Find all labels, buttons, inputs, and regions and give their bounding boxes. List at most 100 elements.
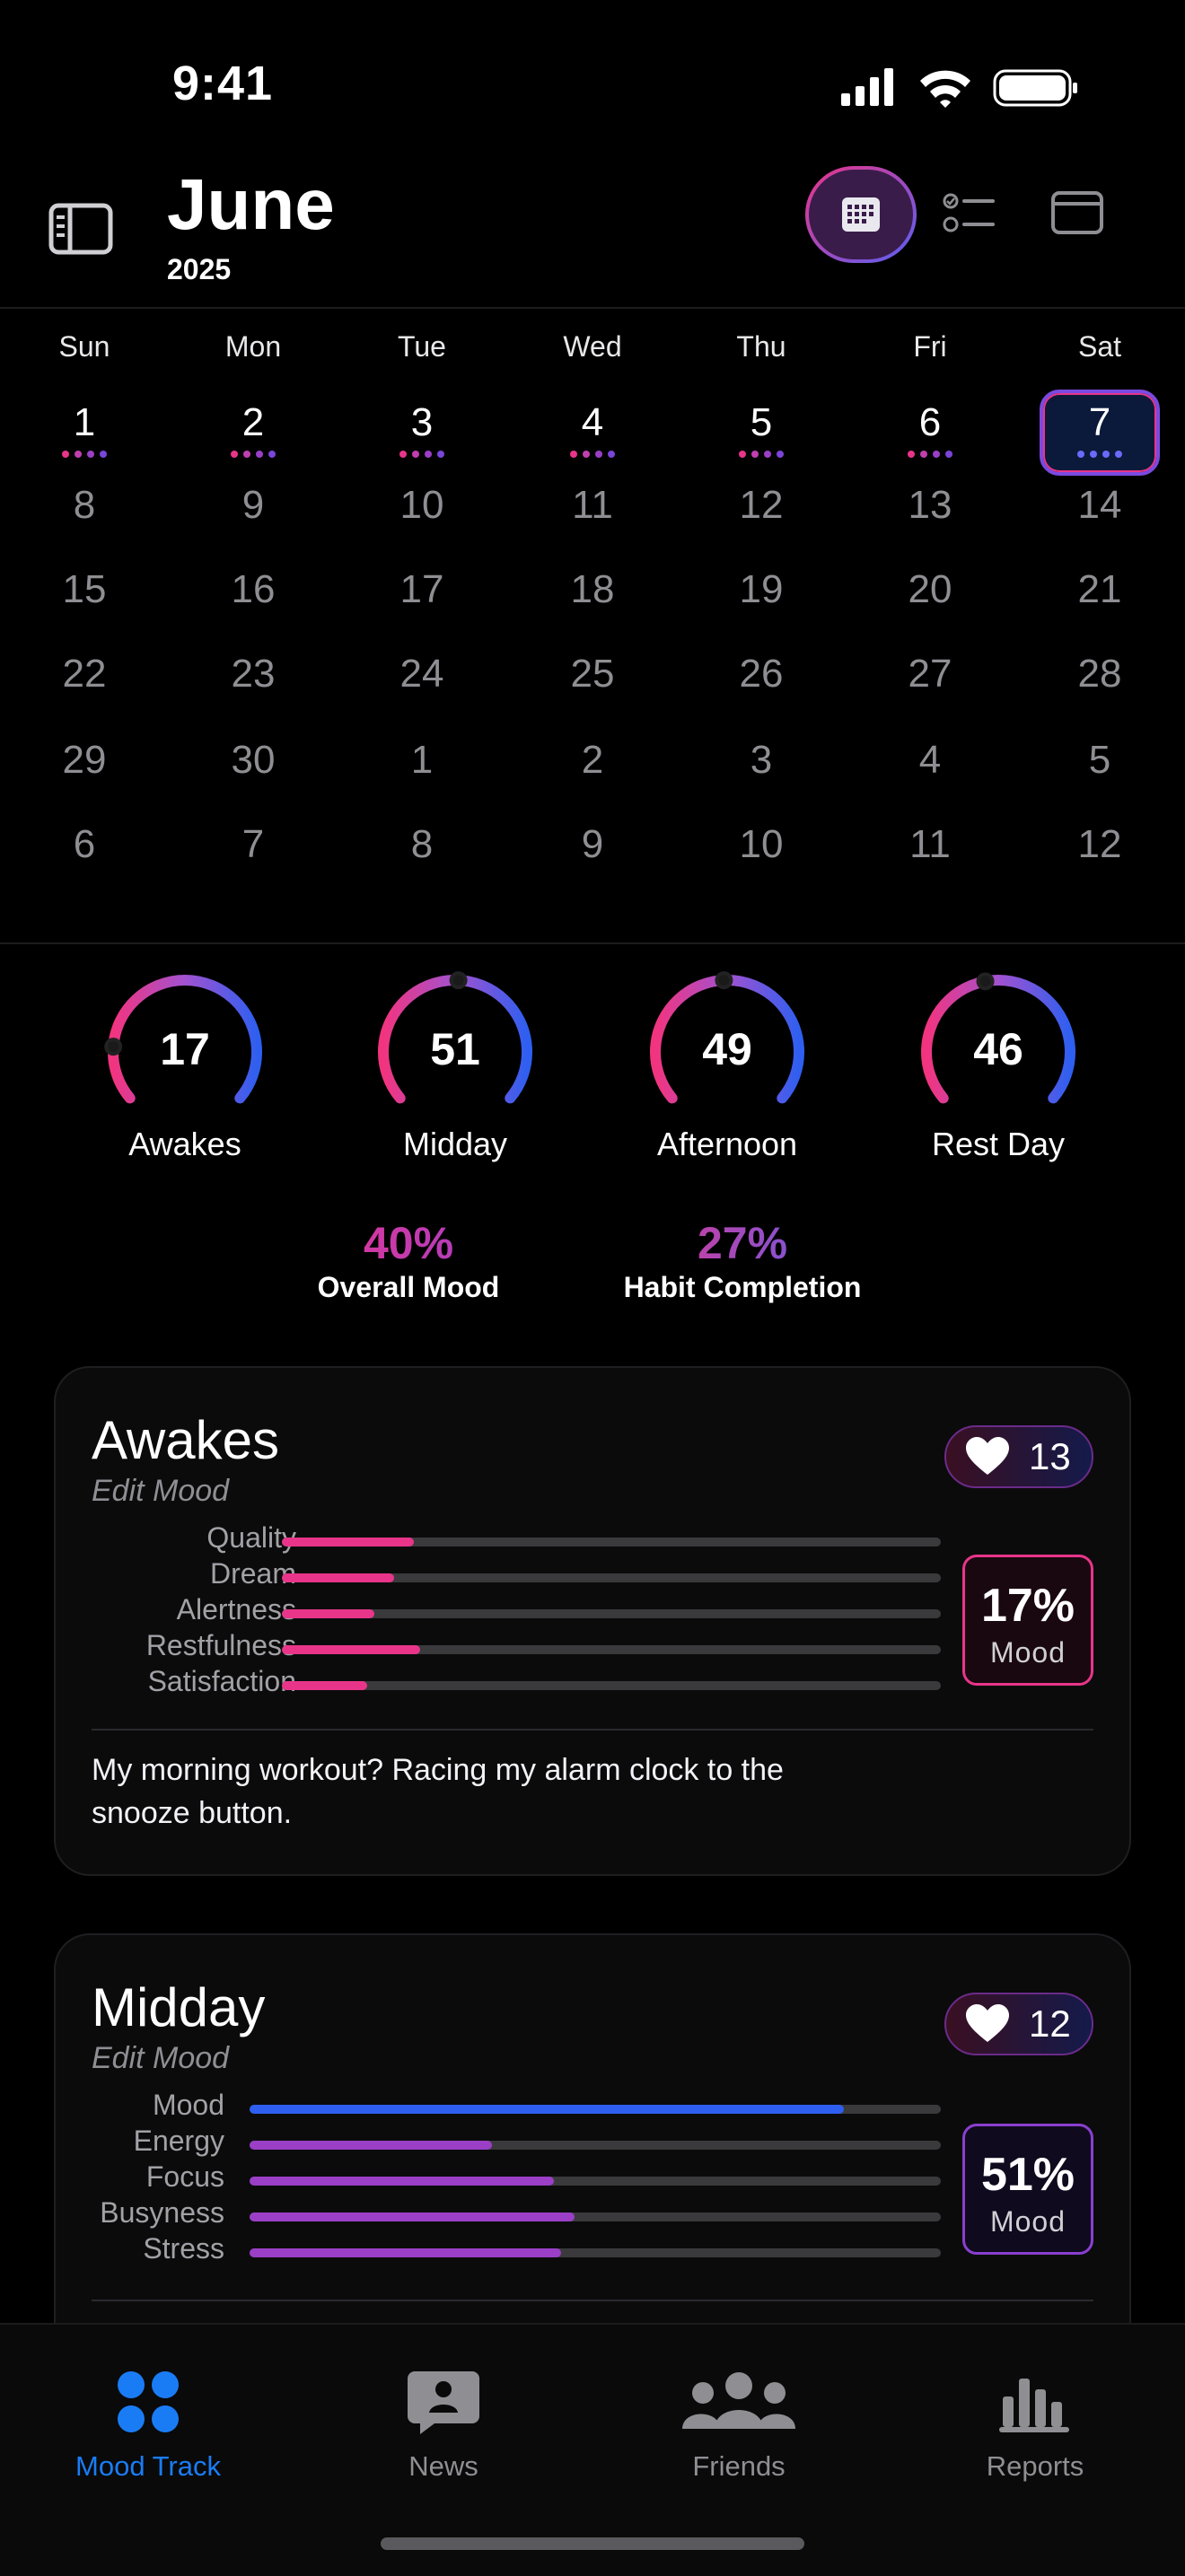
mood-dot bbox=[62, 451, 69, 458]
calendar-day[interactable]: 4 bbox=[863, 738, 997, 783]
mood-dot bbox=[608, 451, 615, 458]
calendar-day[interactable]: 23 bbox=[186, 652, 320, 697]
tab-mood-track[interactable]: Mood Track bbox=[13, 2370, 283, 2483]
ring-midday[interactable]: 51 Midday bbox=[356, 969, 554, 1162]
calendar-day[interactable]: 30 bbox=[186, 738, 320, 783]
metric-bar[interactable] bbox=[282, 1609, 941, 1618]
metric-bar[interactable] bbox=[282, 1681, 941, 1690]
calendar-day[interactable]: 1 bbox=[355, 738, 489, 783]
metric-bar[interactable] bbox=[282, 1645, 941, 1654]
metric-bar[interactable] bbox=[250, 2105, 941, 2114]
metric-bar[interactable] bbox=[250, 2248, 941, 2257]
calendar-day[interactable]: 19 bbox=[694, 567, 829, 612]
calendar-day[interactable]: 2 bbox=[525, 738, 660, 783]
calendar-day[interactable]: 27 bbox=[863, 652, 997, 697]
metric-bar[interactable] bbox=[250, 2212, 941, 2221]
ring-value: 49 bbox=[702, 1024, 752, 1074]
mood-dot bbox=[751, 451, 759, 458]
calendar-day[interactable]: 10 bbox=[694, 822, 829, 867]
chat-bubble-person-icon bbox=[408, 2371, 479, 2434]
calendar-day[interactable]: 12 bbox=[1032, 822, 1167, 867]
ring-rest-day[interactable]: 46 Rest Day bbox=[900, 969, 1097, 1162]
mood-percent-value: 51% bbox=[980, 2149, 1075, 2201]
calendar-day[interactable]: 5 bbox=[694, 400, 829, 458]
metric-bar-fill bbox=[250, 2248, 561, 2257]
calendar-day[interactable]: 9 bbox=[186, 483, 320, 528]
mood-dots bbox=[863, 451, 997, 458]
calendar-day[interactable]: 6 bbox=[17, 822, 152, 867]
calendar-day[interactable]: 9 bbox=[525, 822, 660, 867]
calendar-day[interactable]: 11 bbox=[525, 483, 660, 528]
ring-value: 46 bbox=[973, 1024, 1023, 1074]
mood-dot bbox=[570, 451, 577, 458]
calendar-day[interactable]: 8 bbox=[355, 822, 489, 867]
day-number: 10 bbox=[399, 483, 444, 527]
edit-mood-link[interactable]: Edit Mood bbox=[92, 1474, 229, 1509]
mood-card-midday[interactable]: Midday Edit Mood 12 51% Mood Mood Energy F… bbox=[54, 1933, 1131, 2348]
calendar-day[interactable]: 4 bbox=[525, 400, 660, 458]
calendar-day[interactable]: 7 bbox=[186, 822, 320, 867]
metric-bar[interactable] bbox=[250, 2141, 941, 2150]
calendar-day[interactable]: 22 bbox=[17, 652, 152, 697]
calendar-day[interactable]: 16 bbox=[186, 567, 320, 612]
status-time: 9:41 bbox=[172, 57, 274, 110]
calendar-day[interactable]: 1 bbox=[17, 400, 152, 458]
day-number: 21 bbox=[1077, 567, 1122, 611]
calendar-day[interactable]: 18 bbox=[525, 567, 660, 612]
checklist-icon[interactable] bbox=[943, 190, 998, 237]
calendar-day[interactable]: 21 bbox=[1032, 567, 1167, 612]
mood-dot bbox=[764, 451, 771, 458]
ring-afternoon[interactable]: 49 Afternoon bbox=[628, 969, 826, 1162]
calendar-day[interactable]: 3 bbox=[355, 400, 489, 458]
tab-news[interactable]: News bbox=[309, 2370, 578, 2483]
metric-bar[interactable] bbox=[282, 1573, 941, 1582]
metric-bar-fill bbox=[282, 1609, 374, 1618]
calendar-day[interactable]: 28 bbox=[1032, 652, 1167, 697]
day-number: 2 bbox=[581, 738, 604, 782]
note-line: My morning workout? Racing my alarm cloc… bbox=[92, 1753, 784, 1787]
calendar-day[interactable]: 13 bbox=[863, 483, 997, 528]
calendar-day[interactable]: 15 bbox=[17, 567, 152, 612]
mood-dot bbox=[908, 451, 915, 458]
metric-bar[interactable] bbox=[250, 2177, 941, 2186]
calendar-day[interactable]: 8 bbox=[17, 483, 152, 528]
calendar-day[interactable]: 11 bbox=[863, 822, 997, 867]
year-label: 2025 bbox=[167, 253, 232, 285]
mood-dots bbox=[525, 451, 660, 458]
mood-dots bbox=[17, 451, 152, 458]
calendar-day[interactable]: 20 bbox=[863, 567, 997, 612]
calendar-day[interactable]: 14 bbox=[1032, 483, 1167, 528]
day-number: 11 bbox=[572, 483, 613, 527]
calendar-day[interactable]: 29 bbox=[17, 738, 152, 783]
calendar-day[interactable]: 7 bbox=[1032, 400, 1167, 458]
calendar-day[interactable]: 3 bbox=[694, 738, 829, 783]
calendar-day[interactable]: 26 bbox=[694, 652, 829, 697]
edit-mood-link[interactable]: Edit Mood bbox=[92, 2041, 229, 2076]
likes-badge[interactable]: 13 bbox=[944, 1425, 1093, 1488]
day-number: 11 bbox=[909, 822, 951, 866]
sidebar-toggle-icon[interactable] bbox=[48, 203, 113, 255]
calendar-day[interactable]: 24 bbox=[355, 652, 489, 697]
mood-card-awakes[interactable]: Awakes Edit Mood 13 17% Mood My morning … bbox=[54, 1366, 1131, 1876]
day-number: 23 bbox=[231, 652, 276, 696]
calendar-view-button[interactable] bbox=[804, 165, 917, 264]
single-card-view-icon[interactable] bbox=[1050, 190, 1104, 235]
ring-awakes[interactable]: 17 Awakes bbox=[86, 969, 284, 1162]
calendar-day[interactable]: 12 bbox=[694, 483, 829, 528]
mood-dots bbox=[186, 451, 320, 458]
day-number: 1 bbox=[73, 400, 96, 444]
calendar-day[interactable]: 17 bbox=[355, 567, 489, 612]
tab-reports[interactable]: Reports bbox=[900, 2370, 1170, 2483]
calendar-day[interactable]: 25 bbox=[525, 652, 660, 697]
calendar-day[interactable]: 6 bbox=[863, 400, 997, 458]
mood-dot bbox=[399, 451, 407, 458]
tab-friends[interactable]: Friends bbox=[604, 2370, 873, 2483]
day-number: 7 bbox=[1088, 400, 1111, 444]
calendar-day[interactable]: 10 bbox=[355, 483, 489, 528]
card-title: Midday bbox=[92, 1977, 266, 2037]
calendar-day[interactable]: 2 bbox=[186, 400, 320, 458]
likes-badge[interactable]: 12 bbox=[944, 1993, 1093, 2055]
ring-value: 51 bbox=[430, 1024, 480, 1074]
metric-bar[interactable] bbox=[282, 1538, 941, 1546]
calendar-day[interactable]: 5 bbox=[1032, 738, 1167, 783]
